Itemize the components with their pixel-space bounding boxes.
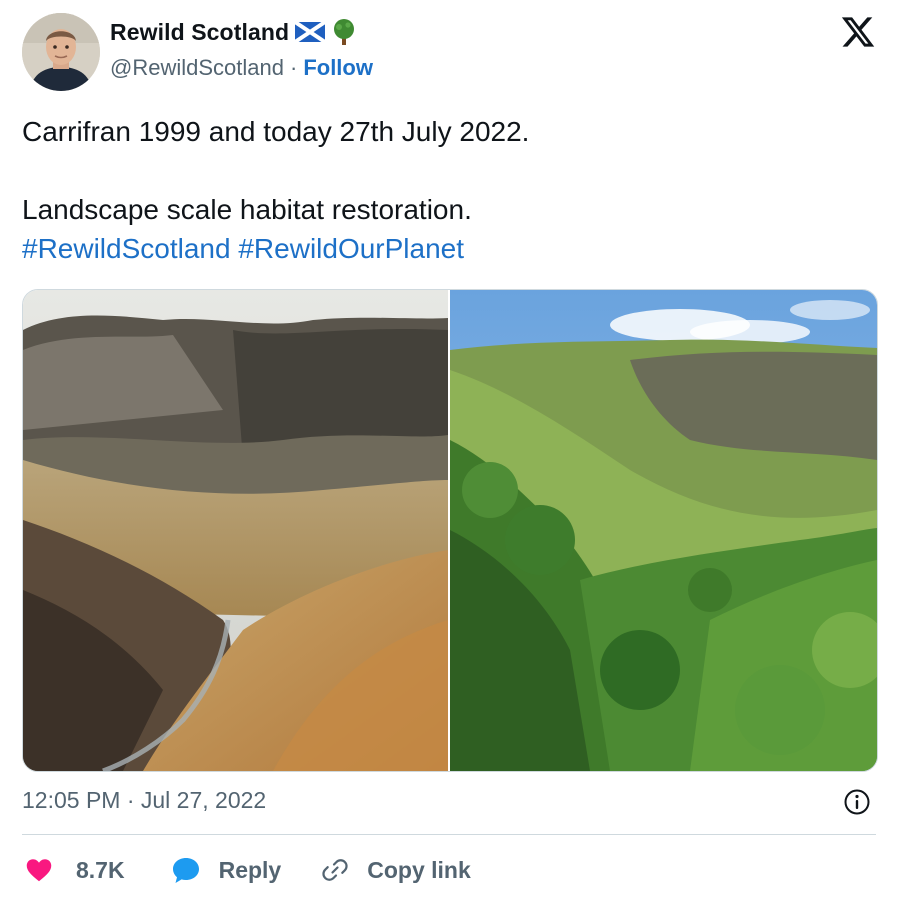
like-count: 8.7K	[76, 856, 125, 883]
author-handle-row: @RewildScotland · Follow	[110, 55, 373, 81]
copy-link-label: Copy link	[367, 856, 471, 883]
tweet-timestamp[interactable]: 12:05 PM · Jul 27, 2022	[22, 787, 266, 814]
author-avatar[interactable]	[22, 13, 100, 91]
reply-bubble-icon	[171, 855, 201, 885]
author-handle[interactable]: @RewildScotland	[110, 55, 284, 81]
tweet-line-2: Landscape scale habitat restoration.	[22, 194, 472, 225]
divider	[22, 834, 876, 835]
follow-button[interactable]: Follow	[303, 55, 373, 81]
deciduous-tree-icon	[331, 18, 357, 46]
link-icon	[321, 856, 349, 884]
hashtag-rewildscotland[interactable]: #RewildScotland	[22, 233, 231, 264]
x-logo-icon[interactable]	[840, 14, 876, 50]
reply-label: Reply	[218, 856, 282, 883]
reply-button[interactable]: Reply	[171, 855, 282, 885]
scotland-flag-icon	[294, 20, 327, 44]
barren-valley-photo[interactable]	[23, 290, 448, 771]
tweet-line-1: Carrifran 1999 and today 27th July 2022.	[22, 116, 530, 147]
hashtag-rewildourplanet[interactable]: #RewildOurPlanet	[238, 233, 464, 264]
action-bar: 8.7K Reply Copy link	[22, 852, 471, 888]
info-icon[interactable]	[843, 788, 871, 816]
author-name-row: Rewild Scotland	[110, 18, 357, 46]
hashtag-line: #RewildScotland #RewildOurPlanet	[22, 229, 882, 268]
tweet-text: Carrifran 1999 and today 27th July 2022.…	[22, 112, 882, 268]
restored-woodland-valley-photo[interactable]	[450, 290, 877, 771]
media-grid	[22, 289, 878, 772]
handle-separator: ·	[289, 55, 298, 80]
copy-link-button[interactable]: Copy link	[321, 856, 471, 884]
like-button[interactable]: 8.7K	[22, 856, 125, 884]
heart-icon	[24, 856, 54, 884]
author-display-name[interactable]: Rewild Scotland	[110, 19, 289, 46]
